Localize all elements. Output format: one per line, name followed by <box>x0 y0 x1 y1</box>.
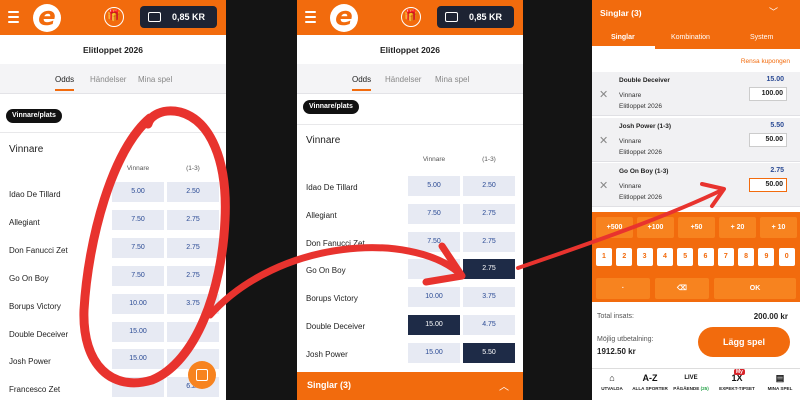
red-ellipse-annotation <box>79 106 230 388</box>
annotation-overlay <box>79 106 726 388</box>
red-arrow-2 <box>516 188 724 270</box>
red-arrow-1 <box>206 244 462 319</box>
screenshot-collage: e 🎁 0,85 KR Elitloppet 2026 Odds Händels… <box>0 0 800 400</box>
